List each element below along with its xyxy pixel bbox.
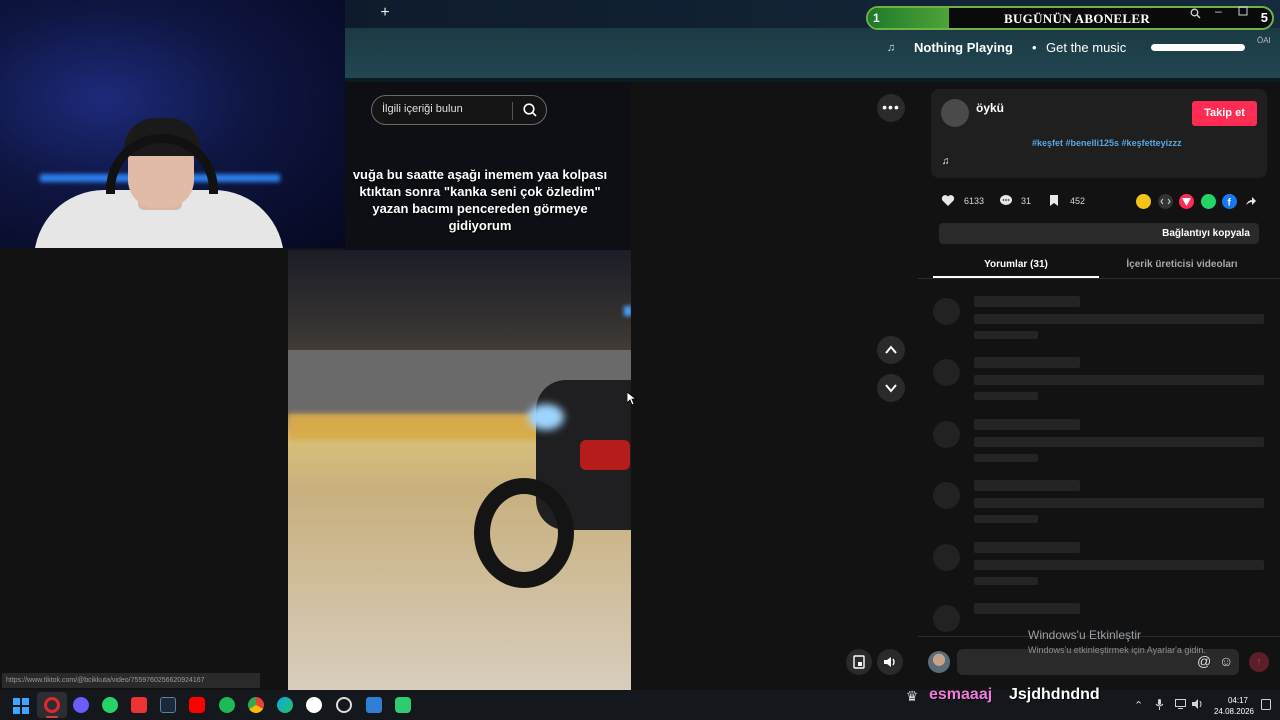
subscriber-progress-bar — [868, 8, 949, 28]
tab-comments[interactable]: Yorumlar (31) — [933, 252, 1099, 278]
now-playing-subtitle: Get the music — [1046, 40, 1127, 55]
like-icon[interactable] — [941, 194, 955, 208]
now-playing-title: Nothing Playing — [914, 40, 1013, 55]
chrome-icon[interactable] — [248, 697, 264, 713]
caption-line: vuğa bu saatte aşağı inemem yaa kolpası — [352, 167, 608, 182]
youtube-icon[interactable] — [189, 697, 205, 713]
obs-icon[interactable] — [336, 697, 352, 713]
creator-avatar[interactable] — [941, 99, 969, 127]
new-tab-icon[interactable]: + — [378, 5, 392, 21]
bookmark-icon[interactable] — [1048, 194, 1060, 208]
coin-icon[interactable] — [1136, 194, 1151, 209]
subscriber-count: 1 — [873, 11, 880, 25]
comment-skeleton — [930, 540, 1270, 592]
tab-creator-videos[interactable]: İçerik üreticisi videoları — [1099, 252, 1265, 278]
windows-start-icon[interactable] — [13, 698, 29, 714]
streamlabs-icon[interactable] — [395, 697, 411, 713]
subscriber-goal-widget: 1 BUGÜNÜN ABONELER 5 — [866, 6, 1274, 30]
yandex-icon[interactable] — [306, 697, 322, 713]
streamer — [34, 110, 284, 248]
save-count: 452 — [1070, 196, 1086, 206]
video-player[interactable] — [288, 250, 631, 690]
subscriber-title: BUGÜNÜN ABONELER — [1004, 11, 1151, 26]
hashtags[interactable]: #keşfet #benelli125s #keşfetteyizzz — [1032, 138, 1182, 148]
notification-icon[interactable] — [1261, 699, 1271, 713]
post-comment-button[interactable]: ↑ — [1249, 652, 1269, 672]
headset — [106, 134, 218, 194]
subscriber-goal: 5 — [1260, 10, 1268, 25]
search-icon[interactable] — [1190, 8, 1201, 22]
chat-username: esmaaaj — [929, 686, 993, 703]
related-search-input[interactable]: İlgili içeriği bulun — [371, 95, 547, 125]
user-avatar[interactable] — [928, 651, 950, 673]
previous-video-button[interactable] — [877, 336, 905, 364]
chat-message: Jsjdhdndnd — [1009, 686, 1100, 703]
follow-button[interactable]: Takip et — [1192, 101, 1257, 126]
send-icon[interactable] — [1179, 194, 1194, 209]
chat-badge-icon: ♛ — [905, 688, 919, 704]
caption-line: yazan bacımı pencereden görmeye — [372, 201, 588, 216]
whatsapp-taskbar-icon[interactable] — [102, 697, 118, 713]
copy-link-button[interactable]: Bağlantıyı kopyala — [1153, 223, 1259, 244]
clock-time[interactable]: 04:17 — [1222, 696, 1254, 705]
maximize-icon[interactable] — [1238, 5, 1248, 19]
like-count: 6133 — [964, 196, 985, 206]
caption-line: gidiyorum — [448, 218, 512, 233]
next-video-button[interactable] — [877, 374, 905, 402]
activation-watermark-title: Windows'u Etkinleştir — [1028, 628, 1141, 642]
ai-label: ÖAI — [1257, 36, 1271, 45]
svg-text:f: f — [1228, 198, 1232, 208]
whatsapp-icon[interactable] — [1201, 194, 1216, 209]
music-note-icon: ♫ — [886, 42, 896, 54]
edge-icon[interactable] — [277, 697, 293, 713]
photos-icon[interactable] — [366, 697, 382, 713]
more-options-button[interactable]: ••• — [877, 94, 905, 122]
now-playing-bar — [1151, 44, 1245, 51]
spotify-icon[interactable] — [219, 697, 235, 713]
search-icon[interactable] — [522, 102, 540, 120]
screen: + 1 BUGÜNÜN ABONELER 5 – ♫ Nothing Playi… — [0, 0, 1280, 720]
facebook-icon[interactable]: f — [1222, 194, 1237, 209]
embed-icon[interactable] — [1158, 194, 1173, 209]
link-status-bar: https://www.tiktok.com/@bcikkuta/video/7… — [2, 673, 260, 688]
app-red-icon[interactable] — [131, 697, 147, 713]
motorcycle-wheel — [474, 478, 574, 588]
mention-icon[interactable]: @ — [1197, 653, 1211, 669]
volume-button[interactable] — [877, 649, 903, 675]
comment-skeleton — [930, 355, 1270, 407]
comment-skeleton — [930, 294, 1270, 346]
activation-watermark-subtitle: Windows'u etkinleştirmek için Ayarlar'a … — [1028, 645, 1206, 655]
emoji-icon[interactable]: ☺ — [1219, 653, 1233, 669]
clock-date[interactable]: 24.08.2026 — [1212, 707, 1256, 716]
creator-name[interactable]: öykü — [976, 101, 1004, 115]
network-icon[interactable] — [1175, 699, 1186, 712]
left-blank-area — [0, 248, 288, 690]
picture-in-picture-button[interactable] — [846, 649, 872, 675]
opera-icon[interactable] — [44, 697, 60, 713]
search-placeholder: İlgili içeriği bulun — [382, 103, 463, 115]
comment-skeleton — [930, 417, 1270, 469]
tray-expand-icon[interactable]: ⌃ — [1134, 699, 1143, 712]
page-banner — [345, 28, 1280, 78]
share-arrow-icon[interactable] — [1243, 194, 1258, 209]
video-caption: vuğa bu saatte aşağı inemem yaa kolpası … — [330, 166, 630, 234]
now-playing-separator: • — [1032, 40, 1037, 55]
comment-icon[interactable] — [999, 194, 1013, 208]
microphone-icon[interactable] — [1155, 699, 1164, 713]
steam-icon[interactable] — [160, 697, 176, 713]
caption-line: ktıktan sonra "kanka seni çok özledim" — [359, 184, 601, 199]
mouse-cursor — [626, 391, 638, 411]
comment-skeleton — [930, 478, 1270, 530]
discord-icon[interactable] — [73, 697, 89, 713]
webcam-feed — [0, 0, 345, 248]
minimize-icon[interactable]: – — [1215, 4, 1222, 18]
comment-count: 31 — [1021, 196, 1032, 206]
music-icon[interactable]: ♫ — [942, 156, 950, 167]
volume-tray-icon[interactable] — [1192, 699, 1204, 712]
